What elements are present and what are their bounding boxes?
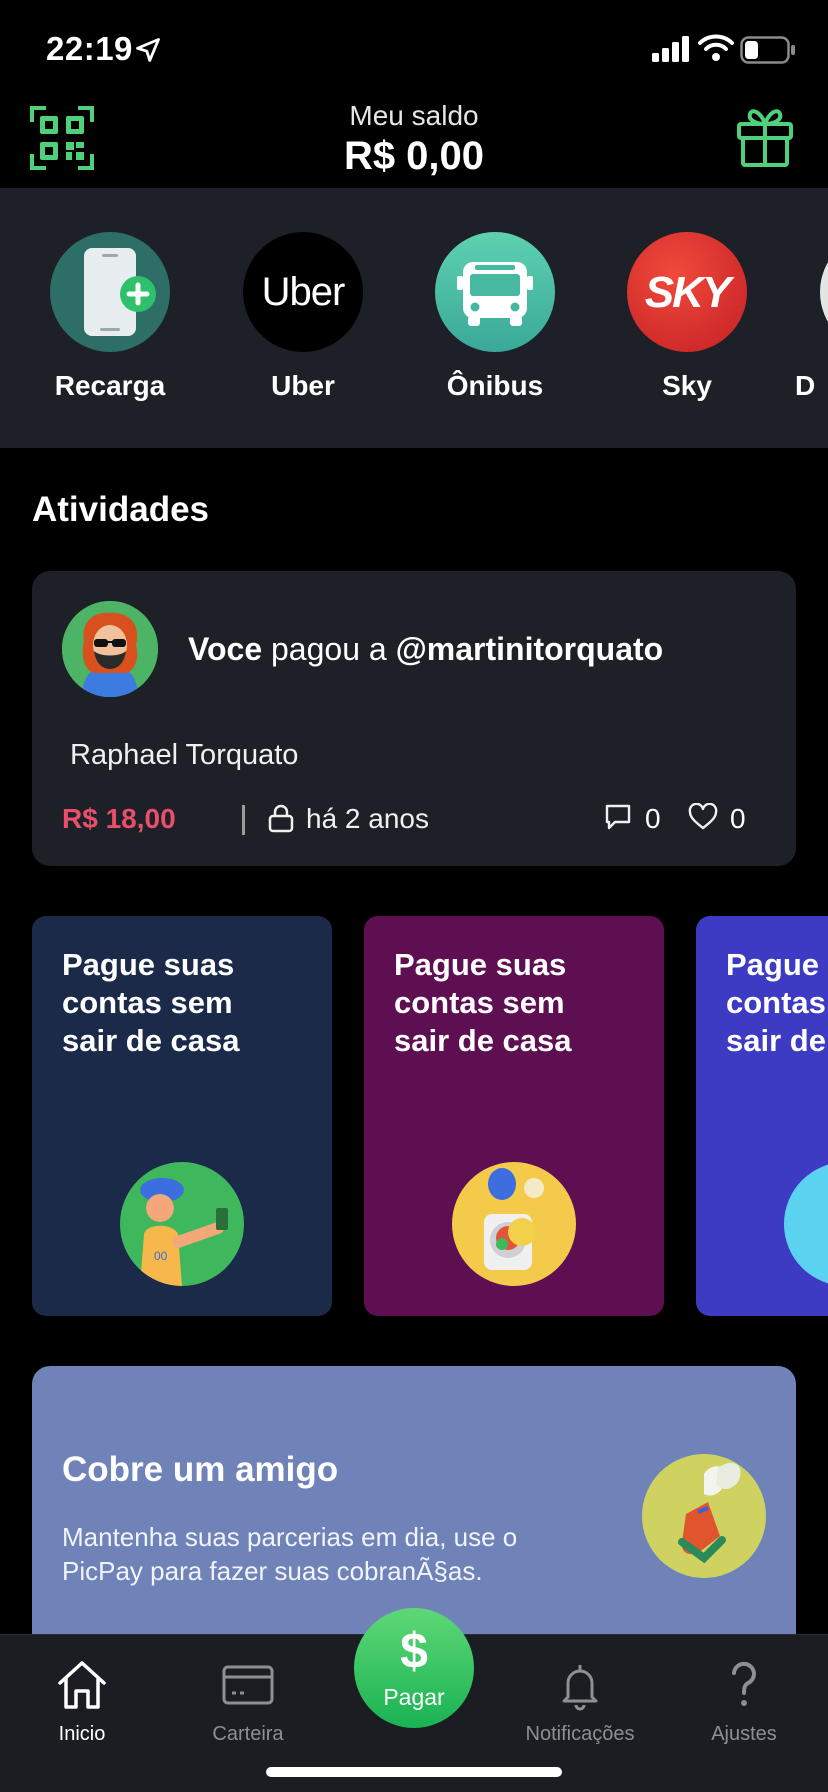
shortcut-label: Sky [662, 370, 712, 401]
status-bar: 22:19 [0, 0, 828, 96]
svg-text:00: 00 [154, 1249, 168, 1263]
status-time: 22:19 [46, 30, 133, 67]
balance-label: Meu saldo [349, 100, 479, 131]
partial-icon [820, 232, 828, 352]
sneaker-illustration-icon [642, 1454, 766, 1578]
tab-label: Ajustes [711, 1723, 777, 1745]
sky-logo-text: SKY [644, 268, 731, 317]
bell-icon [562, 1665, 598, 1711]
activity-verb: pagou a [271, 631, 387, 667]
activity-description: Raphael Torquato [70, 739, 299, 771]
sky-logo: SKY [627, 232, 747, 352]
avatar[interactable] [62, 601, 158, 697]
shortcut-label: Uber [271, 370, 335, 401]
comment-count: 0 [645, 803, 661, 834]
promo-card[interactable]: Pague suas contas sem sair de casa 00 [32, 916, 332, 1316]
pay-button[interactable]: $ Pagar [354, 1608, 474, 1728]
uber-logo: Uber [243, 232, 363, 352]
promo-illustration [452, 1162, 576, 1286]
shortcut-label: Recarga [54, 370, 166, 401]
activities-title: Atividades [32, 490, 209, 529]
activity-title: Voce pagou a @martinitorquato [188, 631, 663, 668]
shortcut-label: Ônibus [446, 370, 544, 401]
wallet-card-icon [222, 1665, 274, 1705]
lock-icon [268, 804, 294, 833]
tab-label: Inicio [58, 1723, 106, 1745]
home-indicator[interactable] [266, 1767, 562, 1777]
activity-card[interactable]: Voce pagou a @martinitorquato Raphael To… [32, 571, 796, 866]
promo-carousel: Pague suas contas sem sair de casa 00 Pa… [0, 916, 828, 1316]
pay-label: Pagar [383, 1684, 445, 1710]
shortcut-onibus[interactable]: Ônibus [410, 232, 580, 402]
activity-amount: R$ 18,00 [62, 803, 176, 834]
tab-inicio[interactable]: Inicio [2, 1645, 162, 1746]
promo-text: Pague suas contas sem sair de casa [726, 947, 828, 1058]
header: Meu saldo R$ 0,00 [0, 96, 828, 188]
promo-card[interactable]: Pague suas contas sem sair de casa [696, 916, 828, 1316]
activity-actor: Voce [188, 631, 263, 667]
heart-icon[interactable] [688, 803, 718, 831]
home-icon [58, 1661, 106, 1709]
promo-text: Pague suas contas sem sair de casa [62, 947, 240, 1058]
gift-icon[interactable] [736, 106, 794, 168]
uber-logo-text: Uber [261, 270, 346, 314]
bus-icon [435, 232, 555, 352]
shortcuts-bar: Recarga Uber Uber Ônibus SKY Sky D [0, 188, 828, 448]
shortcut-uber[interactable]: Uber Uber [218, 232, 388, 402]
like-count: 0 [730, 803, 746, 834]
tab-label: Carteira [212, 1723, 284, 1745]
tab-carteira[interactable]: Carteira [168, 1645, 328, 1746]
promo-text: Pague suas contas sem sair de casa [394, 947, 572, 1058]
meta-divider [242, 805, 245, 835]
tab-label: Notificações [525, 1723, 635, 1745]
shortcut-sky[interactable]: SKY Sky [602, 232, 772, 402]
activity-time: há 2 anos [306, 803, 429, 834]
battery-icon [740, 36, 795, 64]
promo-card[interactable]: Pague suas contas sem sair de casa [364, 916, 664, 1316]
shortcut-label: D [795, 370, 816, 401]
shortcut-recarga[interactable]: Recarga [25, 232, 195, 402]
balance-value[interactable]: R$ 0,00 [0, 134, 828, 179]
activity-meta: R$ 18,00 há 2 anos 0 0 [62, 803, 776, 843]
phone-plus-icon [50, 232, 170, 352]
shortcut-partial[interactable]: D [795, 232, 828, 402]
tab-notificacoes[interactable]: Notificações [500, 1645, 660, 1746]
promo-illustration [784, 1162, 828, 1286]
cobre-title: Cobre um amigo [62, 1450, 339, 1489]
comment-icon[interactable] [604, 803, 632, 831]
tab-ajustes[interactable]: Ajustes [664, 1645, 824, 1746]
location-arrow-icon [136, 38, 160, 62]
promo-illustration: 00 [120, 1162, 244, 1286]
wifi-icon [698, 34, 734, 61]
question-icon [732, 1661, 756, 1706]
dollar-icon: $ [400, 1623, 428, 1679]
cobre-description: Mantenha suas parcerias em dia, use o Pi… [62, 1522, 518, 1586]
signal-icon [652, 36, 689, 62]
activity-target[interactable]: @martinitorquato [396, 631, 664, 667]
